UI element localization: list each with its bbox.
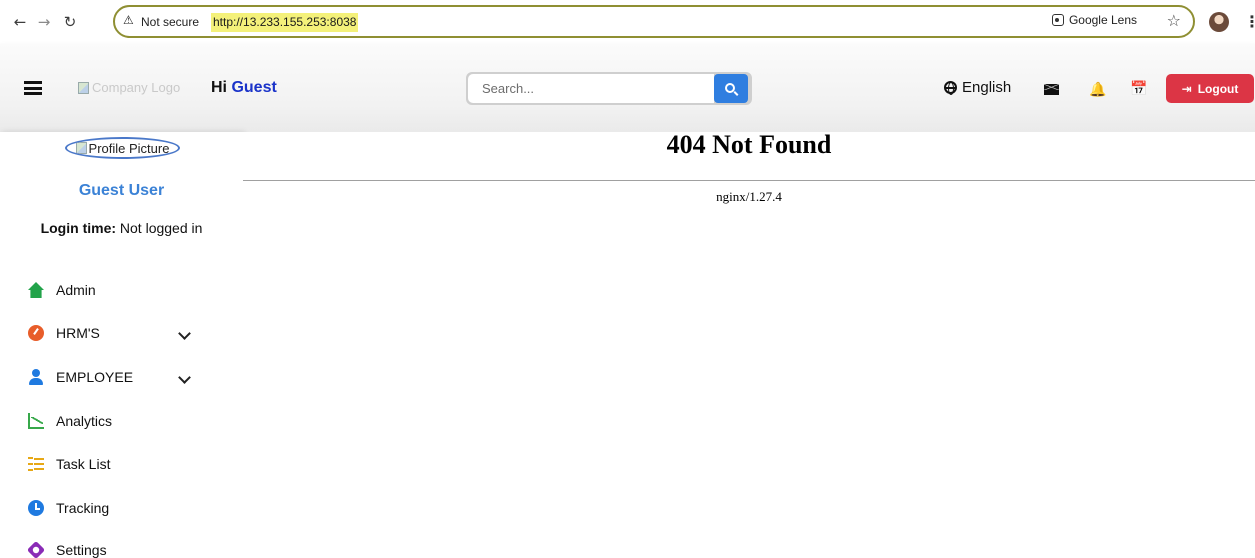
- sidebar-item-label: Task List: [56, 456, 111, 472]
- task-list-icon: [28, 456, 44, 472]
- language-label: English: [962, 79, 1012, 96]
- sidebar-item-analytics[interactable]: Analytics: [28, 411, 112, 431]
- sidebar-item-tracking[interactable]: Tracking: [28, 498, 109, 518]
- back-arrow-icon[interactable]: ←: [8, 10, 32, 34]
- broken-image-icon: [75, 142, 87, 154]
- gear-icon: [26, 540, 46, 558]
- more-menu-icon[interactable]: ⋮: [1244, 12, 1255, 32]
- sidebar-item-label: Analytics: [56, 413, 113, 429]
- calendar-icon[interactable]: 📅: [1130, 81, 1147, 97]
- sidebar-item-label: EMPLOYEE: [56, 369, 134, 385]
- chart-line-icon: [28, 413, 44, 429]
- search-input[interactable]: [468, 74, 714, 103]
- sidebar-item-admin[interactable]: Admin: [28, 280, 96, 300]
- company-logo-alt-text: Company Logo: [92, 80, 181, 95]
- security-status[interactable]: Not secure: [141, 15, 199, 29]
- profile-picture-alt-text: Profile Picture: [88, 140, 170, 156]
- sidebar-item-label: HRM'S: [56, 325, 100, 341]
- bell-icon[interactable]: 🔔: [1089, 82, 1106, 98]
- divider: [243, 180, 1255, 181]
- warning-icon[interactable]: ⚠: [123, 13, 134, 27]
- language-selector[interactable]: English: [944, 79, 1011, 96]
- search-icon: [725, 82, 735, 93]
- sign-out-icon: ⇥: [1181, 81, 1192, 96]
- browser-toolbar: ← → ↻ ⚠ Not secure http://13.233.155.253…: [0, 0, 1255, 44]
- url-text[interactable]: http://13.233.155.253:8038: [211, 13, 359, 32]
- gauge-icon: [28, 325, 44, 341]
- globe-icon: [944, 81, 957, 95]
- search-bar: [466, 72, 752, 105]
- hamburger-menu-icon[interactable]: [24, 81, 42, 95]
- sidebar-item-task-list[interactable]: Task List: [28, 454, 110, 474]
- home-icon: [28, 282, 44, 298]
- sidebar-item-label: Tracking: [56, 500, 110, 516]
- reload-icon[interactable]: ↻: [58, 10, 82, 34]
- address-bar[interactable]: ⚠ Not secure http://13.233.155.253:8038 …: [113, 5, 1195, 38]
- forward-arrow-icon[interactable]: →: [32, 10, 56, 34]
- main-content: 404 Not Found nginx/1.27.4: [243, 132, 1255, 558]
- profile-avatar[interactable]: [1209, 12, 1229, 32]
- login-time-label: Login time:: [40, 220, 117, 236]
- user-name: Guest User: [78, 182, 165, 199]
- greeting: Hi Guest: [211, 79, 277, 97]
- clock-icon: [28, 500, 44, 516]
- logout-button[interactable]: ⇥ Logout: [1166, 74, 1254, 103]
- lens-icon: [1051, 14, 1064, 26]
- broken-image-icon: [78, 81, 89, 94]
- login-time-value: Not logged in: [119, 220, 203, 236]
- login-time: Login time: Not logged in: [0, 220, 243, 236]
- app-header: Company Logo Hi Guest English 🔔 📅 ⇥ Logo…: [0, 44, 1255, 132]
- user-icon: [28, 369, 44, 385]
- google-lens-label: Google Lens: [1068, 13, 1137, 27]
- logout-label: Logout: [1197, 81, 1239, 96]
- greeting-prefix: Hi: [211, 79, 227, 96]
- bookmark-star-icon[interactable]: ☆: [1167, 11, 1181, 30]
- sidebar-item-label: Settings: [56, 542, 107, 558]
- server-info: nginx/1.27.4: [716, 189, 782, 204]
- sidebar-item-settings[interactable]: Settings: [26, 540, 107, 558]
- search-button[interactable]: [714, 74, 748, 103]
- profile-picture[interactable]: Profile Picture: [65, 137, 180, 159]
- google-lens-button[interactable]: Google Lens: [1051, 13, 1137, 27]
- sidebar: Profile Picture Guest User Login time: N…: [0, 132, 243, 558]
- error-title: 404 Not Found: [666, 130, 832, 159]
- sidebar-item-label: Admin: [56, 282, 96, 298]
- envelope-icon[interactable]: [1044, 84, 1059, 95]
- greeting-name: Guest: [231, 79, 277, 96]
- company-logo[interactable]: Company Logo: [78, 80, 180, 95]
